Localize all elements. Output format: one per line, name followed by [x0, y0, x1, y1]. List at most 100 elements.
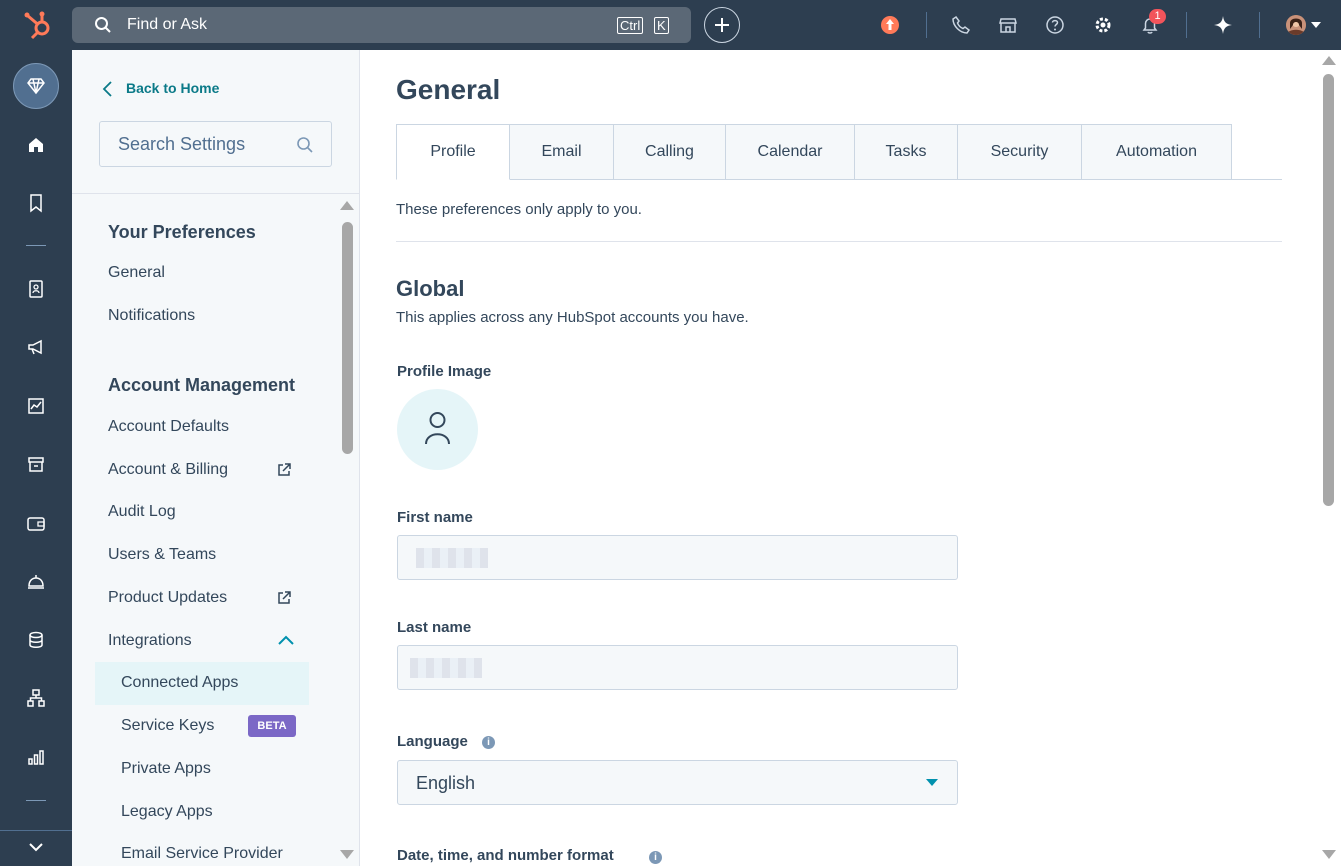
marketplace-icon[interactable] [998, 15, 1018, 35]
date-format-info-icon[interactable]: i [649, 851, 662, 864]
ai-sparkle-icon[interactable] [1213, 15, 1233, 35]
dropdown-caret-icon [926, 779, 938, 786]
chevron-up-icon[interactable] [277, 634, 295, 646]
org-chart-icon[interactable] [26, 688, 46, 708]
rail-item-bookmarks-active[interactable] [13, 63, 59, 109]
account-menu-chevron-down-icon[interactable] [1311, 22, 1321, 28]
contacts-icon[interactable] [26, 279, 46, 299]
sidebar-item-service-keys[interactable]: Service Keys [121, 717, 214, 735]
language-selected-value: English [416, 773, 476, 793]
reports-icon[interactable] [26, 396, 46, 416]
sidebar-item-general[interactable]: General [108, 264, 165, 282]
section-title-account-management: Account Management [108, 375, 296, 395]
rail-divider [26, 800, 46, 801]
last-name-input[interactable] [397, 645, 958, 690]
expand-chevron-down-icon[interactable] [26, 837, 46, 857]
global-section-subtitle: This applies across any HubSpot accounts… [396, 309, 749, 326]
sidebar-item-notifications[interactable]: Notifications [108, 307, 195, 325]
external-link-icon [278, 591, 291, 604]
rail-divider [26, 245, 46, 246]
sidebar-item-integrations[interactable]: Integrations [108, 632, 192, 650]
main-scroll-down-arrow[interactable] [1322, 850, 1336, 859]
topbar-divider [1259, 12, 1260, 38]
redacted-last-name [410, 658, 482, 678]
sidebar-item-legacy-apps[interactable]: Legacy Apps [121, 803, 213, 821]
sidebar-item-private-apps[interactable]: Private Apps [121, 760, 211, 778]
rail-bottom-divider [0, 830, 72, 831]
search-icon [297, 137, 313, 153]
profile-image-label: Profile Image [397, 363, 492, 380]
first-name-input[interactable] [397, 535, 958, 580]
sidebar-scroll-up-arrow[interactable] [340, 201, 354, 210]
database-icon[interactable] [26, 630, 46, 650]
sidebar-item-connected-apps[interactable]: Connected Apps [121, 674, 238, 692]
sidebar-item-product-updates[interactable]: Product Updates [108, 589, 227, 607]
sidebar-item-account-defaults[interactable]: Account Defaults [108, 418, 229, 436]
top-navigation-bar: Find or Ask Ctrl K 1 [0, 0, 1341, 50]
plus-icon [715, 18, 729, 32]
sidebar-item-email-service-provider[interactable]: Email Service Provider [121, 845, 283, 863]
back-to-home-label: Back to Home [126, 80, 220, 96]
profile-image-upload[interactable] [397, 389, 478, 470]
tab-security[interactable]: Security [958, 124, 1082, 180]
redacted-first-name [416, 548, 488, 568]
last-name-label: Last name [397, 619, 472, 636]
first-name-label: First name [397, 509, 473, 526]
wallet-icon[interactable] [26, 513, 46, 533]
main-navigation-rail [0, 50, 72, 866]
topbar-divider [1186, 12, 1187, 38]
shortcut-k-key: K [654, 17, 669, 34]
main-scroll-up-arrow[interactable] [1322, 56, 1336, 65]
commerce-icon[interactable] [26, 454, 46, 474]
language-select[interactable]: English [397, 760, 958, 805]
page-title: General [396, 74, 501, 105]
upgrade-icon[interactable] [880, 15, 900, 35]
chevron-left-icon [102, 81, 112, 97]
phone-icon[interactable] [951, 15, 971, 35]
shortcut-ctrl-key: Ctrl [617, 17, 644, 34]
create-new-button[interactable] [704, 7, 740, 43]
bookmark-icon[interactable] [26, 193, 46, 213]
preferences-note: These preferences only apply to you. [396, 201, 642, 218]
tab-email[interactable]: Email [510, 124, 614, 180]
avatar-photo-icon [1286, 15, 1306, 35]
beta-badge: BETA [248, 715, 296, 737]
diamond-icon [27, 78, 45, 95]
service-bell-icon[interactable] [26, 571, 46, 591]
help-icon[interactable] [1045, 15, 1065, 35]
sidebar-scrollbar-thumb[interactable] [342, 222, 353, 454]
tab-calling[interactable]: Calling [614, 124, 726, 180]
marketing-megaphone-icon[interactable] [26, 337, 46, 357]
hubspot-logo-icon[interactable] [22, 9, 54, 41]
sidebar-item-audit-log[interactable]: Audit Log [108, 503, 176, 521]
user-avatar[interactable] [1286, 15, 1306, 35]
main-content: General Profile Email Calling Calendar T… [361, 50, 1341, 866]
topbar-divider [926, 12, 927, 38]
tab-calendar[interactable]: Calendar [726, 124, 855, 180]
language-info-icon[interactable]: i [482, 736, 495, 749]
search-icon [95, 17, 111, 33]
section-divider [396, 241, 1282, 242]
tabs-baseline [510, 179, 1282, 180]
external-link-icon [278, 463, 291, 476]
tab-tasks[interactable]: Tasks [855, 124, 958, 180]
settings-search-input[interactable]: Search Settings [99, 121, 332, 167]
notification-count-badge: 1 [1149, 9, 1166, 24]
tab-automation[interactable]: Automation [1082, 124, 1232, 180]
sidebar-scroll-down-arrow[interactable] [340, 850, 354, 859]
tab-profile[interactable]: Profile [396, 124, 510, 180]
settings-search-placeholder: Search Settings [118, 134, 246, 154]
home-icon[interactable] [26, 135, 46, 155]
global-search-input[interactable]: Find or Ask Ctrl K [72, 7, 691, 43]
section-title-your-preferences: Your Preferences [108, 222, 256, 242]
sidebar-item-users-teams[interactable]: Users & Teams [108, 546, 216, 564]
settings-sidebar: Back to Home Search Settings Your Prefer… [72, 50, 360, 866]
sidebar-item-account-billing[interactable]: Account & Billing [108, 461, 228, 479]
user-silhouette-icon [425, 412, 450, 445]
bar-chart-icon[interactable] [26, 747, 46, 767]
main-scrollbar-thumb[interactable] [1323, 74, 1334, 506]
language-label: Language [397, 733, 468, 750]
settings-tabs: Profile Email Calling Calendar Tasks Sec… [396, 124, 1232, 180]
settings-gear-icon[interactable] [1093, 15, 1113, 35]
sidebar-divider [72, 193, 360, 194]
